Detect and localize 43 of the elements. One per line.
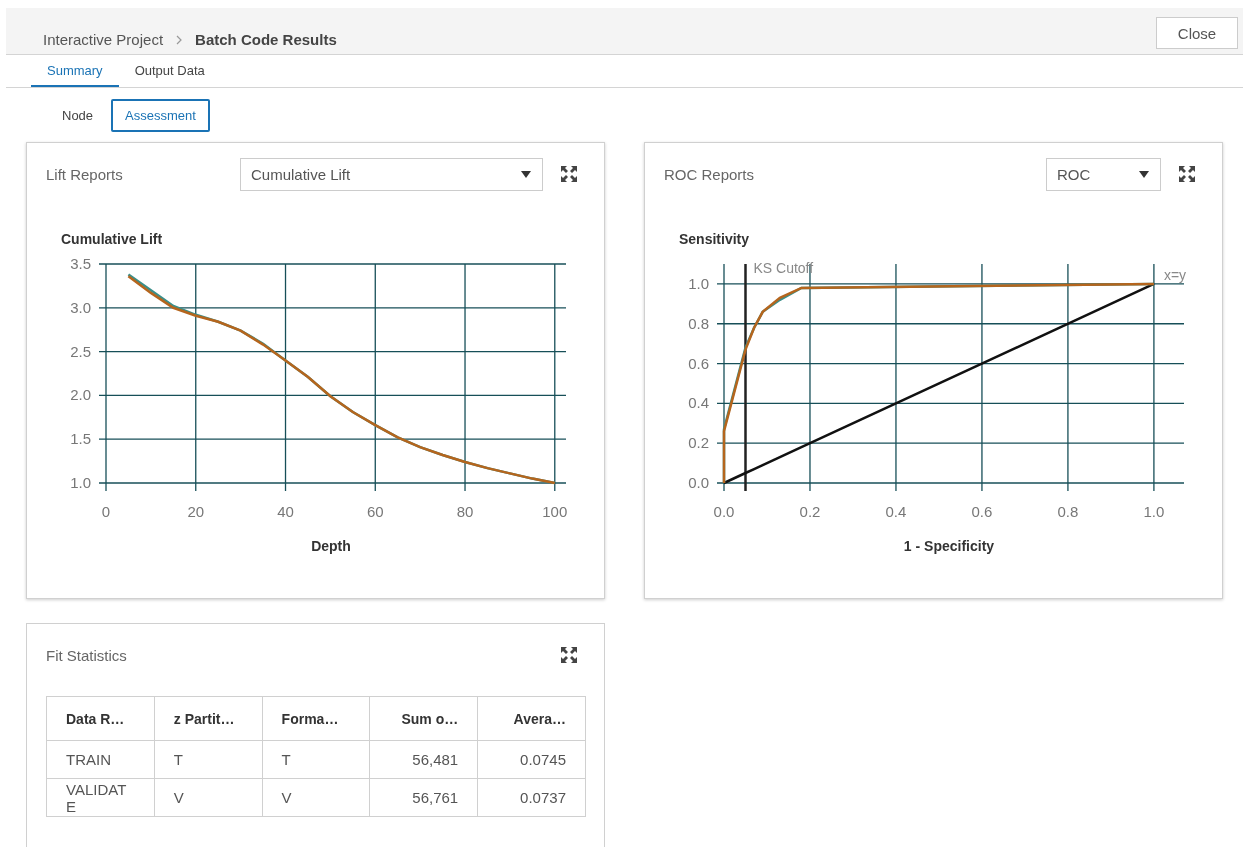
x-tick-label: 0.6 [971,503,993,520]
card-title: ROC Reports [664,165,756,183]
x-tick-label: 0.4 [885,503,907,520]
table-cell: 56,761 [369,778,478,817]
table-cell: 0.0745 [477,740,586,779]
x-tick-label: 0 [101,503,111,520]
y-tick-label: 1.0 [688,274,709,292]
y-tick-label: 1.5 [70,430,91,448]
table-cell: T [262,740,370,779]
x-axis-title: Depth [311,538,351,554]
y-tick-label: 0.2 [688,434,709,452]
table-cell: V [154,778,263,817]
table-cell: VALIDATE [46,778,155,817]
x-tick-label: 60 [366,503,384,520]
x-tick-label: 0.0 [713,503,735,520]
y-axis-title: Cumulative Lift [61,231,163,247]
y-tick-label: 2.5 [70,342,91,360]
y-tick-label: 3.5 [70,255,91,272]
x-tick-label: 0.8 [1057,503,1079,520]
diagonal-label: x=y [1163,266,1187,283]
table-cell: T [154,740,263,779]
card-title: Lift Reports [46,165,124,183]
y-tick-label: 1.0 [70,474,91,491]
y-tick-label: 2.0 [70,386,91,404]
x-tick-label: 80 [456,503,474,520]
table-cell: TRAIN [46,740,155,779]
x-tick-label: 0.2 [799,503,821,520]
y-tick-label: 0.6 [688,354,709,372]
y-tick-label: 3.0 [70,298,91,316]
x-tick-label: 20 [187,503,205,520]
y-axis-title: Sensitivity [679,231,750,247]
card-title: Fit Statistics [46,646,128,664]
y-tick-label: 0.0 [688,474,709,491]
x-tick-label: 100 [542,503,568,520]
table-cell: V [262,778,370,817]
x-tick-label: 1.0 [1143,503,1165,520]
x-axis-title: 1 - Specificity [903,538,995,554]
table-cell: 0.0737 [477,778,586,817]
x-tick-label: 40 [277,503,294,520]
y-tick-label: 0.8 [688,314,709,332]
table-cell: 56,481 [369,740,478,779]
y-tick-label: 0.4 [688,394,709,412]
page-title: Batch Code Results [195,31,337,48]
